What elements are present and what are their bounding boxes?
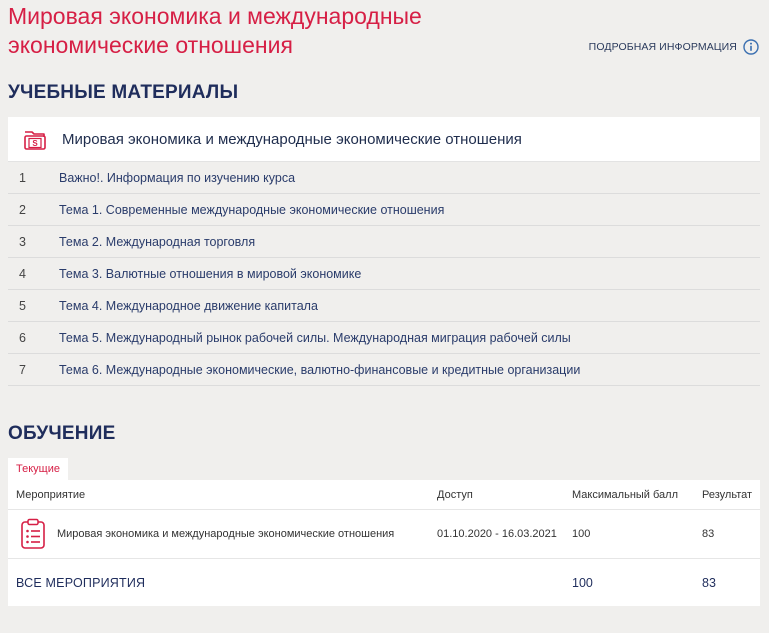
- svg-text:S: S: [32, 139, 38, 148]
- more-info-label: ПОДРОБНАЯ ИНФОРМАЦИЯ: [588, 41, 737, 53]
- learning-heading: ОБУЧЕНИЕ: [8, 423, 116, 444]
- table-row[interactable]: Мировая экономика и международные эконом…: [8, 510, 760, 559]
- list-item[interactable]: 4 Тема 3. Валютные отношения в мировой эк…: [8, 258, 760, 290]
- item-link[interactable]: Тема 6. Международные экономические, вал…: [59, 363, 580, 377]
- item-link[interactable]: Тема 5. Международный рынок рабочей силы…: [59, 331, 571, 345]
- col-event: Мероприятие: [16, 488, 86, 501]
- page-title: Мировая экономика и международные эконом…: [8, 3, 422, 58]
- item-number: 3: [19, 234, 26, 249]
- folder-s-icon: S: [24, 131, 46, 150]
- item-number: 1: [19, 170, 26, 185]
- list-item[interactable]: 6 Тема 5. Международный рынок рабочей сил…: [8, 322, 760, 354]
- list-item[interactable]: 7 Тема 6. Международные экономические, ва…: [8, 354, 760, 386]
- tab-current[interactable]: Текущие: [8, 458, 68, 480]
- more-info-link[interactable]: ПОДРОБНАЯ ИНФОРМАЦИЯ: [589, 39, 759, 55]
- table-total-row: ВСЕ МЕРОПРИЯТИЯ 100 83: [8, 559, 760, 606]
- item-number: 7: [19, 362, 26, 377]
- list-item[interactable]: 1 Важно!. Информация по изучению курса: [8, 162, 760, 194]
- total-max-score: 100: [572, 575, 593, 590]
- item-number: 2: [19, 202, 26, 217]
- events-table: Мероприятие Доступ Максимальный балл Рез…: [8, 480, 760, 606]
- item-link[interactable]: Важно!. Информация по изучению курса: [59, 171, 295, 185]
- info-circle-icon: [743, 39, 759, 55]
- item-number: 4: [19, 266, 26, 281]
- col-result: Результат: [702, 488, 753, 501]
- event-access: 01.10.2020 - 16.03.2021: [437, 528, 557, 540]
- clipboard-list-icon: [21, 518, 45, 549]
- list-item[interactable]: 3 Тема 2. Международная торговля: [8, 226, 760, 258]
- item-link[interactable]: Тема 4. Международное движение капитала: [59, 299, 318, 313]
- table-header: Мероприятие Доступ Максимальный балл Рез…: [8, 480, 760, 510]
- materials-card-title: Мировая экономика и международные эконом…: [62, 130, 522, 148]
- item-number: 5: [19, 298, 26, 313]
- list-item[interactable]: 5 Тема 4. Международное движение капитала: [8, 290, 760, 322]
- event-result: 83: [702, 528, 715, 540]
- total-label: ВСЕ МЕРОПРИЯТИЯ: [16, 575, 146, 590]
- event-max-score: 100: [572, 528, 591, 540]
- total-result: 83: [702, 575, 716, 590]
- materials-list: 1 Важно!. Информация по изучению курса 2 Т…: [8, 162, 760, 386]
- list-item[interactable]: 2 Тема 1. Современные международные эконо…: [8, 194, 760, 226]
- materials-card[interactable]: S Мировая экономика и международные экон…: [8, 117, 760, 162]
- event-name-link[interactable]: Мировая экономика и международные эконом…: [57, 528, 394, 540]
- item-number: 6: [19, 330, 26, 345]
- item-link[interactable]: Тема 3. Валютные отношения в мировой эко…: [59, 267, 361, 281]
- col-access: Доступ: [437, 488, 473, 501]
- col-max-score: Максимальный балл: [572, 488, 678, 501]
- item-link[interactable]: Тема 1. Современные международные эконом…: [59, 203, 444, 217]
- item-link[interactable]: Тема 2. Международная торговля: [59, 235, 255, 249]
- materials-heading: УЧЕБНЫЕ МАТЕРИАЛЫ: [8, 82, 239, 103]
